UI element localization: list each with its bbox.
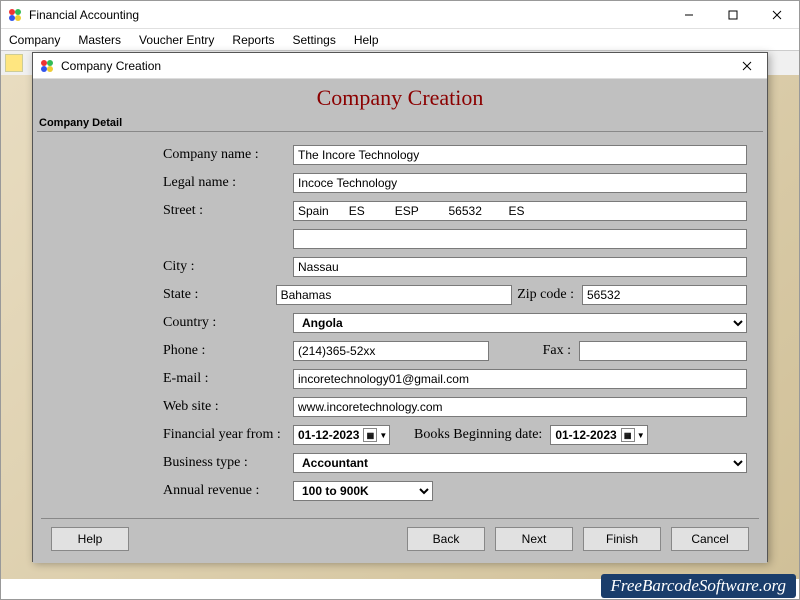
- phone-field[interactable]: [293, 341, 489, 361]
- cancel-button[interactable]: Cancel: [671, 527, 749, 551]
- company-creation-dialog: Company Creation Company Creation Compan…: [32, 52, 768, 562]
- dialog-body: Company Creation Company Detail Company …: [33, 79, 767, 563]
- label-state: State :: [163, 287, 276, 303]
- books-begin-value: 01-12-2023: [555, 428, 616, 442]
- legal-name-field[interactable]: [293, 173, 747, 193]
- menu-voucher-entry[interactable]: Voucher Entry: [139, 33, 214, 47]
- maximize-button[interactable]: [711, 1, 755, 29]
- chevron-down-icon: ▼: [637, 431, 645, 440]
- group-divider: [37, 131, 763, 132]
- label-fax: Fax :: [489, 343, 579, 359]
- company-form: Company name : Legal name : Street : Cit…: [33, 140, 767, 502]
- window-controls: [667, 1, 799, 29]
- app-icon: [7, 7, 23, 23]
- label-business-type: Business type :: [163, 455, 293, 471]
- menubar: Company Masters Voucher Entry Reports Se…: [1, 29, 799, 51]
- dialog-titlebar: Company Creation: [33, 53, 767, 79]
- books-begin-field[interactable]: 01-12-2023 ▦ ▼: [550, 425, 647, 445]
- chevron-down-icon: ▼: [379, 431, 387, 440]
- calendar-icon: ▦: [363, 428, 377, 442]
- fax-field[interactable]: [579, 341, 747, 361]
- street-field-1[interactable]: [293, 201, 747, 221]
- fy-from-field[interactable]: 01-12-2023 ▦ ▼: [293, 425, 390, 445]
- minimize-button[interactable]: [667, 1, 711, 29]
- label-fy-from: Financial year from :: [163, 427, 293, 443]
- watermark: FreeBarcodeSoftware.org: [601, 574, 796, 598]
- label-email: E-mail :: [163, 371, 293, 387]
- main-title: Financial Accounting: [29, 8, 667, 22]
- menu-reports[interactable]: Reports: [232, 33, 274, 47]
- zip-field[interactable]: [582, 285, 747, 305]
- dialog-icon: [39, 58, 55, 74]
- button-divider: [41, 518, 759, 519]
- label-zip: Zip code :: [512, 287, 582, 303]
- dialog-heading: Company Creation: [33, 79, 767, 115]
- email-field[interactable]: [293, 369, 747, 389]
- label-website: Web site :: [163, 399, 293, 415]
- label-company-name: Company name :: [163, 147, 293, 163]
- fy-from-value: 01-12-2023: [298, 428, 359, 442]
- company-name-field[interactable]: [293, 145, 747, 165]
- label-city: City :: [163, 259, 293, 275]
- label-country: Country :: [163, 315, 293, 331]
- label-street: Street :: [163, 203, 293, 219]
- menu-company[interactable]: Company: [9, 33, 60, 47]
- label-legal-name: Legal name :: [163, 175, 293, 191]
- annual-revenue-select[interactable]: 100 to 900K: [293, 481, 433, 501]
- help-button[interactable]: Help: [51, 527, 129, 551]
- dialog-title: Company Creation: [61, 59, 727, 73]
- label-books-begin: Books Beginning date:: [390, 427, 550, 443]
- calendar-icon: ▦: [621, 428, 635, 442]
- dialog-close-button[interactable]: [727, 53, 767, 79]
- group-label: Company Detail: [33, 115, 767, 131]
- city-field[interactable]: [293, 257, 747, 277]
- back-button[interactable]: Back: [407, 527, 485, 551]
- toolbar-new-icon[interactable]: [5, 54, 23, 72]
- state-field[interactable]: [276, 285, 512, 305]
- business-type-select[interactable]: Accountant: [293, 453, 747, 473]
- menu-help[interactable]: Help: [354, 33, 379, 47]
- next-button[interactable]: Next: [495, 527, 573, 551]
- street-field-2[interactable]: [293, 229, 747, 249]
- label-annual-revenue: Annual revenue :: [163, 483, 293, 499]
- label-phone: Phone :: [163, 343, 293, 359]
- finish-button[interactable]: Finish: [583, 527, 661, 551]
- button-row: Help Back Next Finish Cancel: [33, 527, 767, 551]
- menu-masters[interactable]: Masters: [78, 33, 121, 47]
- website-field[interactable]: [293, 397, 747, 417]
- country-select[interactable]: Angola: [293, 313, 747, 333]
- close-button[interactable]: [755, 1, 799, 29]
- main-titlebar: Financial Accounting: [1, 1, 799, 29]
- menu-settings[interactable]: Settings: [292, 33, 335, 47]
